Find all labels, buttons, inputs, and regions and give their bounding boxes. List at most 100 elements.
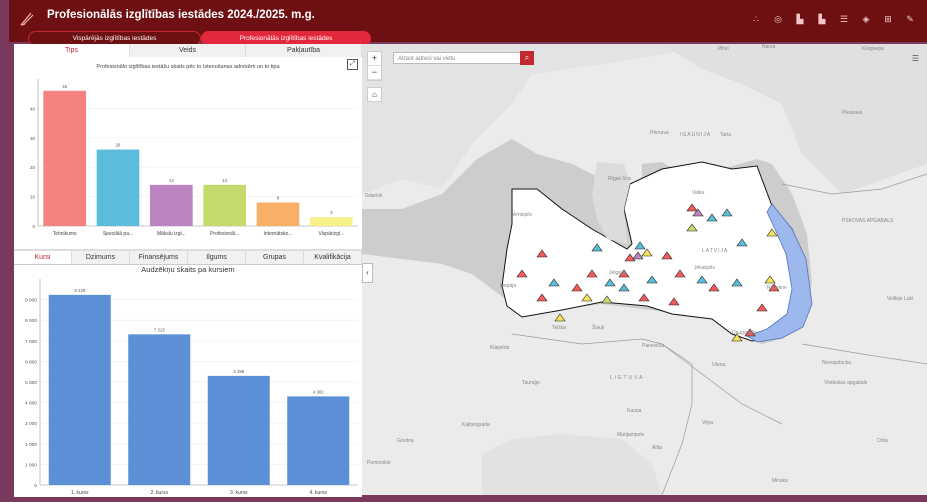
- y-tick-label: 30: [30, 136, 36, 141]
- category-label: Mākslu izgl...: [157, 231, 186, 237]
- category-label: Tehnikums: [53, 231, 77, 237]
- map-label: Tartu: [720, 132, 731, 138]
- map-label: Orša: [877, 438, 888, 444]
- y-tick-label: 0: [34, 483, 37, 489]
- collapse-panel-icon[interactable]: ‹: [362, 263, 373, 283]
- bar[interactable]: [256, 202, 300, 226]
- map-label: Kauņa: [627, 408, 642, 414]
- map-label: Grodna: [397, 438, 414, 444]
- y-tick-label: 5 000: [25, 380, 37, 386]
- map-label: Minska: [772, 478, 788, 484]
- home-icon[interactable]: ⌂: [367, 87, 382, 102]
- bar[interactable]: [128, 334, 191, 485]
- map-label: Jõhvi: [717, 46, 729, 52]
- category-label: 4. kurss: [309, 490, 327, 496]
- bottom-tabs: Kursi Dzimums Finansējums Ilgums Grupas …: [14, 251, 362, 265]
- layers-icon[interactable]: ◈: [855, 14, 877, 25]
- map-label: Pērnava: [650, 130, 669, 136]
- tab-tips[interactable]: Tips: [14, 44, 130, 57]
- map-label: Novopolocka: [822, 360, 851, 366]
- zoom-in-icon[interactable]: +: [368, 52, 381, 66]
- bar[interactable]: [48, 294, 111, 485]
- bar-chart-icon[interactable]: ▙: [789, 14, 811, 25]
- map-label: Pleskava: [842, 110, 863, 116]
- y-tick-label: 20: [30, 165, 36, 170]
- address-search-input[interactable]: Atrast adresi vai vietu: [393, 52, 522, 64]
- bar[interactable]: [207, 375, 270, 485]
- bar-value-label: 7 313: [154, 327, 165, 332]
- bar-value-label: 14: [222, 178, 227, 183]
- map-label: Daugavpils: [732, 330, 757, 336]
- category-label: Speciālā pa...: [103, 231, 133, 237]
- search-icon[interactable]: ⌕: [520, 51, 534, 65]
- map-label: Tauraģe: [522, 379, 540, 386]
- tab-finansejums[interactable]: Finansējums: [130, 251, 188, 264]
- tab-pakljautiba[interactable]: Pakļautība: [246, 44, 362, 57]
- y-tick-label: 8 000: [25, 318, 37, 324]
- list-icon[interactable]: ☰: [833, 14, 855, 25]
- map-label: PSKOVAS APGABALS: [842, 218, 894, 224]
- bar-value-label: 5 298: [233, 369, 244, 374]
- y-tick-label: 0: [32, 224, 35, 229]
- column-chart-icon[interactable]: ▙: [811, 14, 833, 25]
- map-canvas[interactable]: IGAUNIJA Pērnava Tartu Rīgas līcis LATVI…: [362, 44, 927, 495]
- y-tick-label: 10: [30, 195, 36, 200]
- map-view[interactable]: IGAUNIJA Pērnava Tartu Rīgas līcis LATVI…: [362, 44, 927, 495]
- course-chart-panel: Kursi Dzimums Finansējums Ilgums Grupas …: [14, 249, 362, 497]
- y-tick-label: 40: [30, 106, 36, 111]
- zoom-out-icon[interactable]: −: [368, 66, 381, 80]
- pen-icon[interactable]: ✎: [899, 14, 921, 25]
- bar-value-label: 9 229: [74, 288, 85, 293]
- y-tick-label: 1 000: [25, 462, 37, 468]
- y-tick-label: 4 000: [25, 401, 37, 407]
- tab-grupas[interactable]: Grupas: [246, 251, 304, 264]
- tab-kursi[interactable]: Kursi: [14, 251, 72, 264]
- grid-icon[interactable]: ⊞: [877, 14, 899, 25]
- y-tick-label: 3 000: [25, 421, 37, 427]
- tab-dzimums[interactable]: Dzimums: [72, 251, 130, 264]
- map-label: Valka: [692, 190, 704, 196]
- top-tabs: Tips Veids Pakļautība: [14, 44, 362, 58]
- menu-icon[interactable]: ☰: [912, 54, 919, 63]
- map-label: Ventspils: [512, 212, 533, 218]
- legend-icon[interactable]: ∴: [745, 14, 767, 25]
- map-label: Pomorskie: [367, 460, 391, 466]
- map-label: Kingisepa: [862, 46, 884, 52]
- category-label: Profesionāl...: [210, 231, 239, 237]
- category-label: 2. kurss: [150, 490, 168, 496]
- course-chart-title: Audzēkņu skaits pa kursiem: [141, 265, 235, 274]
- map-label: Liepāja: [500, 283, 516, 289]
- expand-icon[interactable]: ⤢: [347, 59, 358, 70]
- bar[interactable]: [96, 149, 140, 226]
- map-label: Gdańsk: [365, 193, 383, 199]
- map-label: Utena: [712, 362, 726, 368]
- target-icon[interactable]: ◎: [767, 14, 789, 25]
- map-label: LATVIJA: [702, 248, 728, 254]
- course-chart: 0 1 000 2 000 3 000 4 000 5 000 6 000 7 000 8 00…: [25, 279, 358, 496]
- left-panel: Tips Veids Pakļautība Profesionālo izglī…: [14, 44, 362, 497]
- bar[interactable]: [310, 217, 353, 226]
- type-chart-title: Profesionālo izglītības iestāžu skaits p…: [96, 64, 280, 70]
- map-label: Jēkabpils: [694, 265, 715, 271]
- y-tick-label: 6 000: [25, 359, 37, 365]
- map-label: Rēzekne: [767, 285, 787, 291]
- tab-ilgums[interactable]: Ilgums: [188, 251, 246, 264]
- map-label: Šiauļi: [592, 324, 604, 331]
- map-label: Narva: [762, 44, 776, 50]
- bar-value-label: 4 302: [313, 389, 324, 394]
- category-label: Vispārizgl...: [318, 231, 344, 237]
- y-tick-label: 7 000: [25, 339, 37, 345]
- map-label: Telšiai: [552, 325, 566, 331]
- type-chart-panel: Profesionālo izglītības iestāžu skaits p…: [14, 57, 362, 242]
- tab-kvalifikacija[interactable]: Kvalifikācija: [304, 251, 362, 264]
- bar-value-label: 3: [330, 210, 333, 215]
- bar[interactable]: [150, 184, 193, 226]
- bar[interactable]: [203, 184, 246, 226]
- bar-value-label: 26: [116, 143, 121, 148]
- bar[interactable]: [43, 90, 86, 226]
- map-label: Kaļiņingrada: [462, 422, 490, 428]
- y-tick-label: 2 000: [25, 442, 37, 448]
- bar-value-label: 8: [277, 195, 280, 200]
- bar[interactable]: [287, 396, 350, 485]
- tab-veids[interactable]: Veids: [130, 44, 246, 57]
